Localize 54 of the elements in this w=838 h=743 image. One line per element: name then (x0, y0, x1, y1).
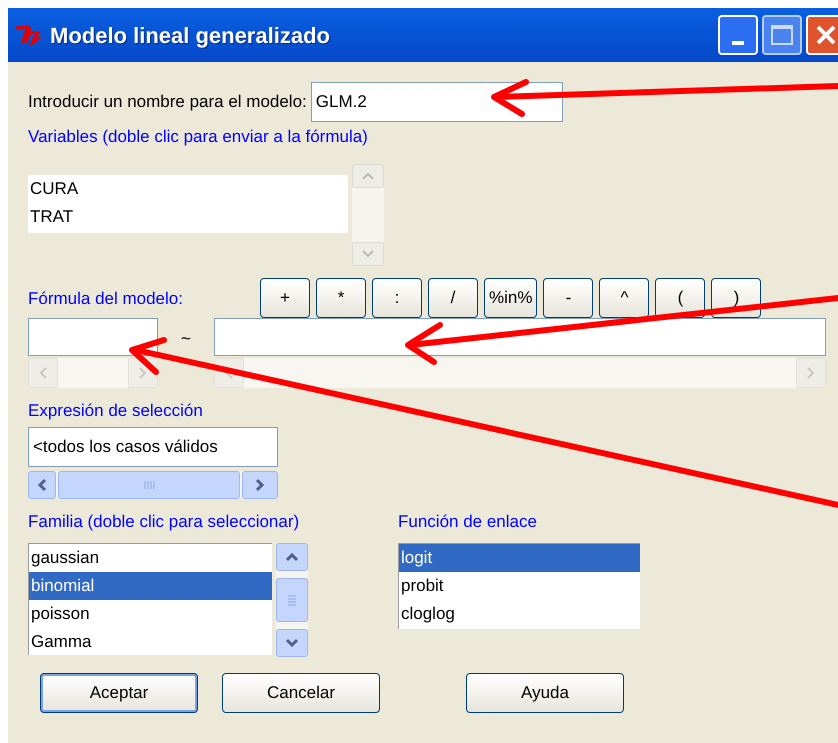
predictors-field[interactable] (214, 318, 826, 356)
list-item[interactable]: cloglog (399, 600, 640, 628)
grip-icon (287, 594, 297, 606)
list-item[interactable]: poisson (29, 600, 272, 628)
operator-button[interactable]: + (260, 278, 310, 318)
model-name-field[interactable]: GLM.2 (310, 82, 563, 122)
scroll-up-button[interactable] (276, 542, 308, 570)
chevron-down-icon (285, 638, 299, 648)
chevron-up-icon (285, 552, 299, 562)
feather-logo-icon (14, 23, 44, 47)
scroll-thumb[interactable] (276, 578, 308, 622)
chevron-down-icon (362, 250, 374, 258)
tilde-symbol: ~ (180, 328, 192, 350)
list-item[interactable]: binomial (29, 572, 272, 600)
variables-label: Variables (doble clic para enviar a la fórmula) (28, 126, 369, 148)
operator-button[interactable]: * (316, 278, 366, 318)
formula-label: Fórmula del modelo: (28, 288, 184, 310)
list-item[interactable]: Gamma (29, 628, 272, 656)
family-label: Familia (doble clic para seleccionar) (28, 511, 300, 533)
grip-icon (143, 480, 155, 490)
response-field[interactable] (28, 318, 158, 356)
operator-button[interactable]: - (543, 278, 594, 318)
list-item[interactable]: gaussian (29, 544, 272, 572)
maximize-button[interactable] (762, 15, 802, 55)
dialog-button[interactable]: Cancelar (222, 672, 380, 712)
dialog-button[interactable]: Aceptar (40, 672, 198, 712)
chevron-right-icon (139, 366, 147, 378)
chevron-left-icon (39, 366, 47, 378)
operator-button[interactable]: : (372, 278, 422, 318)
chevron-right-icon (807, 366, 815, 378)
list-item[interactable]: logit (399, 544, 640, 572)
operator-button[interactable]: ^ (599, 278, 650, 318)
close-icon (815, 24, 837, 46)
scroll-thumb[interactable] (58, 471, 240, 499)
dialog-button[interactable]: Ayuda (466, 672, 624, 712)
chevron-up-icon (362, 172, 374, 180)
close-button[interactable] (806, 15, 838, 55)
scroll-left-button[interactable] (28, 471, 56, 499)
chevron-left-icon (225, 366, 233, 378)
chevron-right-icon (255, 478, 265, 492)
subset-field[interactable]: <todos los casos válidos (28, 427, 278, 467)
model-name-label: Introducir un nombre para el modelo: (28, 91, 307, 114)
scroll-down-button[interactable] (276, 628, 308, 656)
list-item[interactable]: TRAT (28, 202, 348, 230)
list-item[interactable]: CURA (28, 174, 348, 202)
operator-button[interactable]: %in% (484, 278, 538, 318)
window-title: Modelo lineal generalizado (50, 22, 330, 50)
minimize-button[interactable] (718, 15, 758, 55)
scroll-right-button[interactable] (242, 471, 278, 499)
list-item[interactable]: probit (399, 572, 640, 600)
chevron-left-icon (37, 478, 47, 492)
operator-button[interactable]: / (428, 278, 478, 318)
link-function-label: Función de enlace (398, 511, 538, 533)
subset-label: Expresión de selección (28, 400, 204, 422)
